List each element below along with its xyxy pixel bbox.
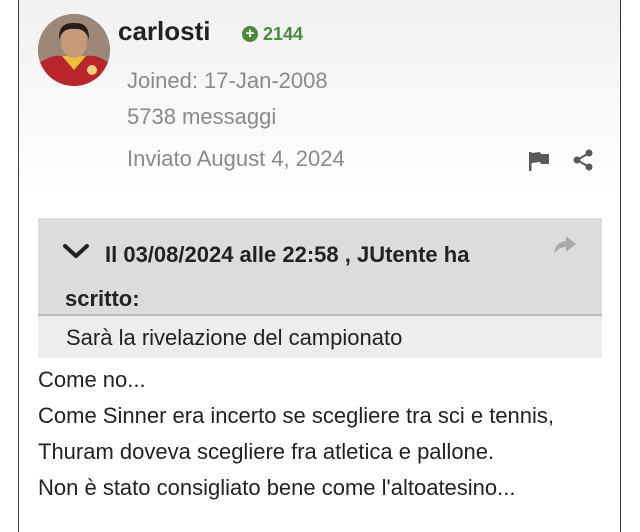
share-icon[interactable] xyxy=(571,148,595,172)
joined-date: Joined: 17-Jan-2008 xyxy=(127,68,328,93)
post-line: Non è stato consigliato bene come l'alto… xyxy=(38,475,516,500)
reputation-badge[interactable]: + 2144 xyxy=(242,22,303,46)
post-content: Come no... Come Sinner era incerto se sc… xyxy=(38,362,608,506)
avatar-image xyxy=(38,14,110,86)
avatar[interactable] xyxy=(38,14,110,86)
quote-link-icon[interactable] xyxy=(552,234,578,256)
quote-header[interactable]: Il 03/08/2024 alle 22:58 , JUtente ha sc… xyxy=(38,218,602,316)
quote-citation: Il 03/08/2024 alle 22:58 , JUtente ha sc… xyxy=(65,242,470,311)
post-line: Come Sinner era incerto se scegliere tra… xyxy=(38,403,555,428)
post-line: Come no... xyxy=(38,367,146,392)
post-line: Thuram doveva scegliere fra atletica e p… xyxy=(38,439,495,464)
plus-circle-icon: + xyxy=(242,26,258,42)
reputation-count: 2144 xyxy=(263,23,304,44)
post-count: 5738 messaggi xyxy=(127,104,277,129)
post-date[interactable]: Inviato August 4, 2024 xyxy=(127,146,345,172)
forum-post: carlosti + 2144 Joined: 17-Jan-2008 5738… xyxy=(18,0,621,532)
quote-text: Sarà la rivelazione del campionato xyxy=(38,316,602,358)
username-link[interactable]: carlosti xyxy=(118,16,211,47)
flag-icon[interactable] xyxy=(527,150,551,172)
